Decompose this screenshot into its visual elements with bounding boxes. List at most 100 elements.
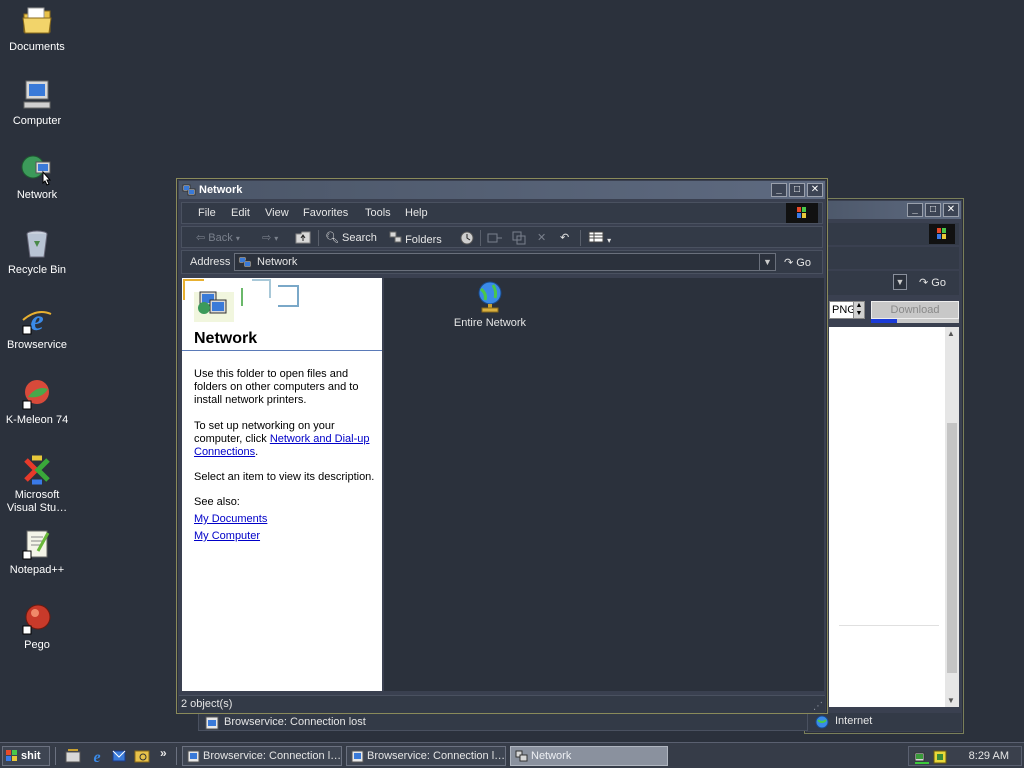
browser-scrollbar[interactable]: ▲ ▼ [945, 327, 959, 707]
pego-icon [22, 604, 51, 635]
desktop-icon-label: Computer [12, 115, 62, 127]
tray-app-icon[interactable] [932, 749, 948, 765]
show-desktop-icon[interactable] [65, 748, 81, 764]
menu-edit[interactable]: Edit [231, 207, 250, 219]
up-folder-button[interactable] [295, 231, 311, 247]
back-button[interactable]: ⇦ Back ▾ [196, 231, 240, 244]
file-list-pane[interactable]: Entire Network [384, 278, 824, 691]
history-icon [460, 231, 474, 245]
go-button[interactable]: ↷ Go [784, 256, 811, 269]
scroll-down-arrow[interactable]: ▼ [947, 696, 955, 705]
network-small-icon [515, 750, 528, 762]
heading-rule [182, 350, 382, 351]
desktop-icon-network[interactable]: Network [0, 152, 74, 202]
browservice-titlebar[interactable]: _ □ ✕ [807, 201, 961, 219]
my-computer-link[interactable]: My Computer [194, 530, 260, 542]
bg-menubar [809, 223, 959, 245]
undo-icon: ↶ [560, 232, 570, 244]
search-icon: 🔍︎ [325, 232, 339, 244]
browservice-window[interactable]: _ □ ✕ ▼ ↷ Go PNG ▲ ▼ Download ▲ ▼ Intern… [804, 198, 964, 734]
toolbar-separator [580, 230, 581, 246]
ie-quicklaunch-icon[interactable]: e [89, 748, 105, 764]
menu-tools[interactable]: Tools [365, 207, 391, 219]
go-arrow-icon: ↷ [784, 257, 794, 269]
see-also-label: See also: [194, 496, 240, 508]
svg-text:e: e [30, 304, 43, 336]
left-pane-heading: Network [194, 330, 258, 347]
network-banner-graphic [183, 279, 299, 322]
folder-icon [22, 7, 52, 34]
back-arrow-icon: ⇦ [196, 232, 206, 244]
move-to-icon [487, 233, 502, 243]
recycle-bin-icon [26, 230, 48, 258]
copy-to-button[interactable] [512, 231, 528, 248]
clock: 8:29 AM [968, 750, 1009, 762]
address-dropdown-button[interactable]: ▼ [759, 254, 775, 270]
delete-icon: ✕ [537, 232, 547, 244]
address-input[interactable]: Network ▼ [234, 253, 776, 271]
desktop-icon-computer[interactable]: Computer [0, 78, 74, 128]
move-to-button[interactable] [487, 231, 503, 248]
desktop-icon-kmeleon[interactable]: K-Meleon 74 [0, 377, 74, 427]
viewport-rule [839, 625, 939, 626]
close-button[interactable]: ✕ [807, 183, 823, 197]
network-small-icon [182, 184, 196, 196]
outlook-quicklaunch-icon[interactable] [111, 748, 127, 764]
menu-favorites[interactable]: Favorites [303, 207, 348, 219]
menu-file[interactable]: File [198, 207, 216, 219]
bg-go-button[interactable]: ↷ Go [919, 276, 946, 289]
desktop-icon-label: Network [16, 189, 58, 201]
forward-arrow-icon: ⇨ [262, 232, 272, 244]
folders-button[interactable]: Folders [389, 231, 442, 246]
desktop-icon-label: Microsoft Visual Stu… [6, 489, 68, 514]
scroll-up-arrow[interactable]: ▲ [947, 329, 955, 338]
maximize-button[interactable]: □ [925, 203, 941, 217]
start-button[interactable]: shit [2, 746, 50, 766]
desktop-icon-recycle-bin[interactable]: Recycle Bin [0, 227, 74, 277]
desktop-icon-documents[interactable]: Documents [0, 4, 74, 54]
my-documents-link[interactable]: My Documents [194, 513, 267, 525]
menu-view[interactable]: View [265, 207, 289, 219]
task-button-network[interactable]: Network [510, 746, 668, 766]
menu-help[interactable]: Help [405, 207, 428, 219]
address-value: Network [257, 256, 298, 268]
up-folder-icon [295, 231, 311, 244]
minimize-button[interactable]: _ [907, 203, 923, 217]
entire-network-item[interactable]: Entire Network [448, 280, 532, 329]
address-dropdown-arrow[interactable]: ▼ [893, 274, 907, 290]
history-button[interactable] [459, 231, 475, 248]
network-titlebar[interactable]: Network _ □ ✕ [179, 181, 825, 199]
svg-text:e: e [93, 749, 100, 764]
desktop-icon-browservice[interactable]: e Browservice [0, 302, 74, 352]
task-button-browservice-2[interactable]: Browservice: Connection l… [346, 746, 506, 766]
desktop-icon-visual-studio[interactable]: Microsoft Visual Stu… [0, 452, 74, 515]
forward-button[interactable]: ⇨ ▾ [262, 231, 278, 244]
close-button[interactable]: ✕ [943, 203, 959, 217]
desktop-icon-pego[interactable]: Pego [0, 602, 74, 652]
browser-viewport[interactable] [829, 327, 959, 707]
description-text: Use this folder to open files and folder… [194, 368, 359, 406]
undo-button[interactable]: ↶ [560, 231, 569, 244]
download-button[interactable]: Download [871, 301, 959, 319]
window-title: Network [199, 184, 243, 196]
format-spinner[interactable]: ▲ ▼ [853, 301, 865, 319]
windows-logo-icon [786, 203, 818, 223]
system-tray: 8:29 AM [908, 746, 1022, 766]
zone-text: Internet [835, 715, 873, 727]
quicklaunch-chevron[interactable]: » [160, 746, 167, 760]
scroll-thumb[interactable] [947, 423, 957, 673]
kmeleon-icon [22, 380, 49, 410]
task-button-browservice-1[interactable]: Browservice: Connection l… [182, 746, 342, 766]
maximize-button[interactable]: □ [789, 183, 805, 197]
page-icon [187, 750, 200, 763]
folders-icon [389, 231, 402, 243]
search-button[interactable]: 🔍︎ Search [325, 231, 377, 244]
resize-grip[interactable]: ⋰ [813, 701, 823, 712]
delete-button[interactable]: ✕ [537, 231, 546, 244]
explorer-quicklaunch-icon[interactable] [134, 748, 150, 764]
desktop-icon-notepadpp[interactable]: Notepad++ [0, 527, 74, 577]
network-tray-icon[interactable] [914, 749, 930, 765]
minimize-button[interactable]: _ [771, 183, 787, 197]
views-button[interactable]: ▾ [588, 231, 611, 246]
desktop-icon-label: Recycle Bin [7, 264, 67, 276]
